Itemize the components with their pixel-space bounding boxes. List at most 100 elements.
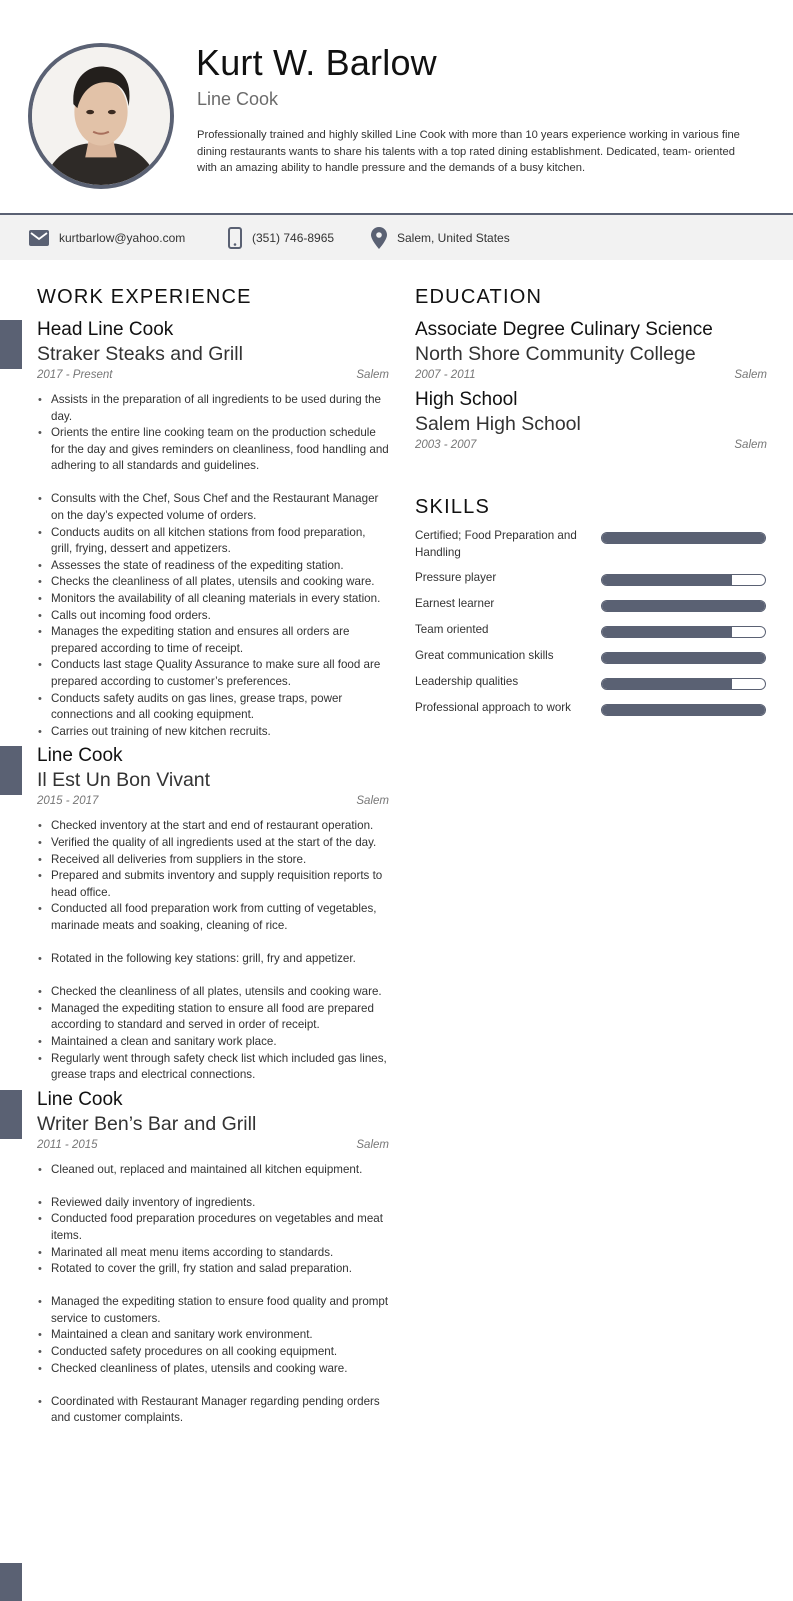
skill-level-fill <box>602 533 765 543</box>
contact-bar: kurtbarlow@yahoo.com (351) 746-8965 Sale… <box>0 213 793 260</box>
bullet-item: Assesses the state of readiness of the e… <box>37 558 389 575</box>
candidate-title: Line Cook <box>197 89 279 109</box>
skill-row: Professional approach to work <box>415 700 767 717</box>
degree: High School <box>415 389 518 410</box>
bullet-list: Checked the cleanliness of all plates, u… <box>37 984 389 1084</box>
bullet-item: Maintained a clean and sanitary work pla… <box>37 1034 389 1051</box>
job-location: Salem <box>356 369 389 381</box>
education-item: High School Salem High School 2003 - 200… <box>415 388 767 454</box>
skill-level-bar <box>601 678 766 691</box>
job-location: Salem <box>356 1138 389 1151</box>
education-item: Associate Degree Culinary Science North … <box>415 318 767 384</box>
job-entry: Line Cook Il Est Un Bon Vivant 2015 - 2017… <box>0 744 389 1083</box>
skill-level-fill <box>602 705 765 716</box>
bullet-item: Cleaned out, replaced and maintained all… <box>37 1162 389 1179</box>
profile-photo <box>28 43 174 189</box>
degree: Associate Degree Culinary Science <box>415 319 713 340</box>
skill-level-fill <box>602 653 765 664</box>
resume-header: Kurt W. Barlow Line Cook Professionally … <box>0 0 793 213</box>
education-location: Salem <box>734 369 767 381</box>
skill-level-bar <box>601 652 766 665</box>
education-meta: 2007 - 2011 Salem <box>415 366 767 384</box>
contact-email[interactable]: kurtbarlow@yahoo.com <box>29 215 185 260</box>
section-title-skills: SKILLS <box>415 496 491 518</box>
bullet-list: Reviewed daily inventory of ingredients.… <box>37 1195 389 1278</box>
bullet-item: Checked cleanliness of plates, utensils … <box>37 1361 389 1378</box>
bullet-item: Verified the quality of all ingredients … <box>37 835 389 852</box>
candidate-name: Kurt W. Barlow <box>196 42 437 83</box>
work-experience-section: WORK EXPERIENCE Head Line Cook Straker St… <box>0 282 389 1431</box>
map-pin-icon <box>371 226 387 249</box>
education-dates: 2007 - 2011 <box>415 369 476 381</box>
skill-row: Leadership qualities <box>415 674 767 691</box>
job-marker <box>0 1089 22 1139</box>
bullet-item: Conducts last stage Quality Assurance to… <box>37 657 389 690</box>
bullet-list: Coordinated with Restaurant Manager rega… <box>37 1394 389 1427</box>
school: North Shore Community College <box>415 343 696 365</box>
job-dates: 2015 - 2017 <box>37 795 99 808</box>
bullet-item: Manages the expediting station and ensur… <box>37 624 389 657</box>
bullet-item: Conducted all food preparation work from… <box>37 901 389 934</box>
bullet-item: Reviewed daily inventory of ingredients. <box>37 1195 389 1212</box>
bullet-list: Managed the expediting station to ensure… <box>37 1294 389 1377</box>
skill-level-bar <box>601 704 766 717</box>
job-responsibilities: Checked inventory at the start and end o… <box>37 818 389 1083</box>
skill-level-bar <box>601 626 766 639</box>
skill-name: Certified; Food Preparation and Handling <box>415 529 577 559</box>
skill-level-bar <box>601 600 766 613</box>
job-company: Straker Steaks and Grill <box>37 343 243 365</box>
bullet-item: Received all deliveries from suppliers i… <box>37 852 389 869</box>
job-marker <box>0 320 22 369</box>
job-responsibilities: Cleaned out, replaced and maintained all… <box>37 1162 389 1427</box>
job-marker <box>0 1563 22 1601</box>
skill-name: Team oriented <box>415 623 489 637</box>
bullet-item: Conducted safety procedures on all cooki… <box>37 1344 389 1361</box>
job-entry: Head Line Cook Straker Steaks and Grill 20… <box>0 318 389 740</box>
skill-level-fill <box>602 575 733 586</box>
contact-phone[interactable]: (351) 746-8965 <box>228 215 334 260</box>
envelope-icon <box>29 229 49 246</box>
job-company: Writer Ben’s Bar and Grill <box>37 1112 257 1135</box>
skill-name: Leadership qualities <box>415 675 519 689</box>
bullet-item: Conducts audits on all kitchen stations … <box>37 525 389 558</box>
bullet-item: Checked the cleanliness of all plates, u… <box>37 984 389 1001</box>
skill-level-fill <box>602 679 733 690</box>
job-meta: 2017 - Present Salem <box>37 366 389 384</box>
bullet-item: Maintained a clean and sanitary work env… <box>37 1327 389 1344</box>
job-company: Il Est Un Bon Vivant <box>37 769 211 792</box>
section-title-work: WORK EXPERIENCE <box>37 286 252 308</box>
email-text[interactable]: kurtbarlow@yahoo.com <box>59 231 185 245</box>
bullet-list: Consults with the Chef, Sous Chef and th… <box>37 491 389 740</box>
skill-row: Great communication skills <box>415 648 767 665</box>
job-meta: 2011 - 2015 Salem <box>37 1136 389 1154</box>
skill-name: Pressure player <box>415 571 497 585</box>
skill-name: Earnest learner <box>415 597 495 611</box>
skill-row: Pressure player <box>415 570 767 587</box>
bullet-item: Carries out training of new kitchen recr… <box>37 724 389 741</box>
bullet-item: Assists in the preparation of all ingred… <box>37 392 389 425</box>
phone-text[interactable]: (351) 746-8965 <box>252 231 334 245</box>
bullet-item: Calls out incoming food orders. <box>37 608 389 625</box>
job-location: Salem <box>356 795 389 808</box>
skills-list: Certified; Food Preparation and Handling… <box>415 528 767 717</box>
bullet-item: Rotated in the following key stations: g… <box>37 951 389 968</box>
job-entry: Line Cook Writer Ben’s Bar and Grill 2011 … <box>0 1088 389 1427</box>
bullet-item: Conducted food preparation procedures on… <box>37 1211 389 1244</box>
job-role: Line Cook <box>37 1088 123 1110</box>
summary-text: Professionally trained and highly skille… <box>197 129 740 175</box>
right-column: EDUCATION Associate Degree Culinary Scie… <box>415 282 767 726</box>
contact-location: Salem, United States <box>371 215 510 260</box>
bullet-item: Orients the entire line cooking team on … <box>37 425 389 475</box>
education-meta: 2003 - 2007 Salem <box>415 436 767 454</box>
location-text: Salem, United States <box>397 230 510 245</box>
skill-level-bar <box>601 574 766 587</box>
bullet-item: Marinated all meat menu items according … <box>37 1245 389 1262</box>
job-role: Head Line Cook <box>37 319 174 340</box>
bullet-list: Assists in the preparation of all ingred… <box>37 392 389 475</box>
phone-icon <box>228 226 242 249</box>
bullet-item: Managed the expediting station to ensure… <box>37 1001 389 1034</box>
bullet-item: Checked inventory at the start and end o… <box>37 818 389 835</box>
skill-level-fill <box>602 627 733 638</box>
bullet-item: Conducts safety audits on gas lines, gre… <box>37 691 389 724</box>
bullet-item: Regularly went through safety check list… <box>37 1051 389 1084</box>
